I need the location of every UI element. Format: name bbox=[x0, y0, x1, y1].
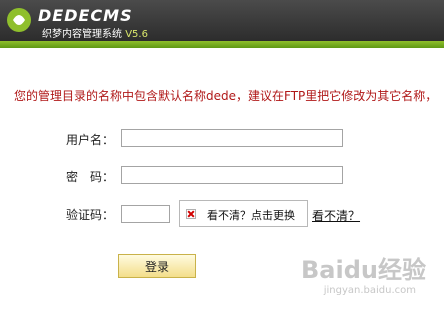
security-notice: 您的管理目录的名称中包含默认名称dede，建议在FTP里把它修改为其它名称， bbox=[14, 89, 438, 103]
captcha-image[interactable]: 看不清？点击更换 bbox=[179, 200, 308, 227]
brand-title: DEDECMS bbox=[38, 6, 133, 25]
header-bar: DEDECMS 织梦内容管理系统 V5.6 bbox=[0, 0, 444, 48]
header-green-bar bbox=[0, 41, 444, 48]
password-label: 密 码： bbox=[66, 170, 115, 184]
captcha-input[interactable] bbox=[121, 205, 170, 223]
watermark-logo: Baidu经验 bbox=[301, 256, 426, 284]
login-button[interactable]: 登录 bbox=[118, 254, 196, 278]
captcha-image-alt-text: 看不清？点击更换 bbox=[207, 209, 295, 222]
username-input[interactable] bbox=[121, 129, 343, 147]
dedecms-logo-icon bbox=[7, 8, 31, 32]
captcha-refresh-link[interactable]: 看不清？ bbox=[312, 207, 360, 224]
username-label: 用户名： bbox=[66, 133, 115, 147]
version-label: V5.6 bbox=[125, 29, 148, 40]
broken-image-icon bbox=[186, 209, 196, 219]
captcha-label: 验证码： bbox=[66, 208, 115, 222]
brand-subtitle: 织梦内容管理系统 V5.6 bbox=[42, 25, 148, 40]
password-input[interactable] bbox=[121, 166, 343, 184]
watermark-url: jingyan.baidu.com bbox=[323, 285, 416, 296]
brand-subtitle-text: 织梦内容管理系统 bbox=[42, 29, 122, 40]
